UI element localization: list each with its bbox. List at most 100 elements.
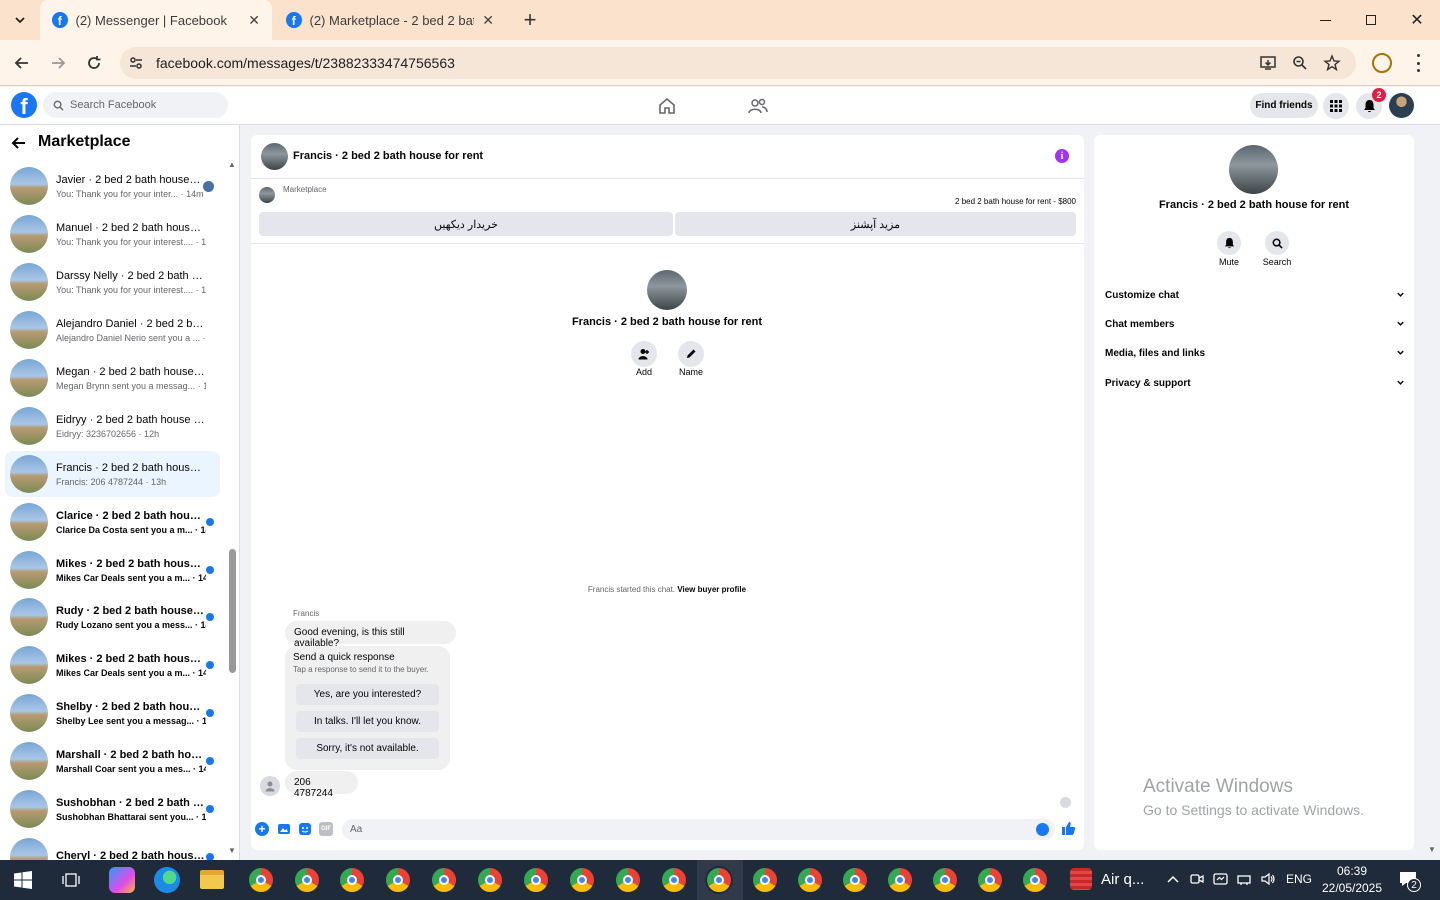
chrome-taskbar-icon[interactable] [384, 866, 412, 894]
section-chat-members[interactable]: Chat members [1105, 319, 1405, 330]
clock-date[interactable]: 22/05/2025 [1318, 881, 1386, 895]
details-avatar[interactable] [1229, 145, 1278, 194]
account-avatar[interactable] [1389, 93, 1414, 118]
chrome-taskbar-icon[interactable] [660, 866, 688, 894]
minimize-button[interactable] [1312, 8, 1338, 32]
bookmark-star-icon[interactable] [1323, 54, 1341, 72]
sidebar-conversation-item[interactable]: Megan · 2 bed 2 bath house fo... Megan Br… [5, 355, 220, 401]
edit-name-button[interactable] [678, 341, 704, 367]
sidebar-scrollbar-thumb[interactable] [229, 549, 236, 673]
search-in-chat-button[interactable] [1265, 231, 1289, 255]
chrome-taskbar-icon[interactable] [705, 866, 733, 894]
chrome-taskbar-icon[interactable] [614, 866, 642, 894]
chrome-taskbar-icon[interactable] [1021, 866, 1049, 894]
tab-marketplace[interactable]: f (2) Marketplace - 2 bed 2 bath ✕ [274, 0, 506, 40]
photo-icon[interactable] [277, 822, 291, 836]
chrome-taskbar-icon[interactable] [476, 866, 504, 894]
chrome-taskbar-icon[interactable] [976, 866, 1004, 894]
security-tray-icon[interactable] [1213, 872, 1228, 886]
message-bubble[interactable]: Good evening, is this still available? [285, 621, 456, 649]
zoom-icon[interactable] [1292, 55, 1308, 71]
page-scroll-down-arrow[interactable]: ▼ [1428, 845, 1436, 854]
chrome-taskbar-icon[interactable] [430, 866, 458, 894]
weather-widget[interactable]: Air q... [1101, 871, 1144, 888]
section-customize-chat[interactable]: Customize chat [1105, 290, 1405, 301]
chrome-taskbar-icon[interactable] [796, 866, 824, 894]
sticker-icon[interactable] [298, 822, 312, 836]
chrome-taskbar-icon[interactable] [522, 866, 550, 894]
view-buyer-button[interactable]: خریدار دیکھیں [259, 212, 673, 236]
chat-header-avatar[interactable] [261, 143, 288, 170]
gif-icon[interactable]: GIF [319, 822, 333, 836]
facebook-search-input[interactable]: Search Facebook [43, 92, 228, 118]
sidebar-conversation-item[interactable]: Alejandro Daniel · 2 bed 2 bath... Alejan… [5, 307, 220, 353]
language-indicator[interactable]: ENG [1286, 872, 1312, 886]
emoji-icon[interactable] [1036, 823, 1049, 836]
tab-messenger[interactable]: f (2) Messenger | Facebook ✕ [40, 0, 272, 40]
chrome-taskbar-icon[interactable] [338, 866, 366, 894]
section-privacy-support[interactable]: Privacy & support [1105, 378, 1405, 389]
task-view-button[interactable] [62, 871, 80, 889]
sidebar-conversation-item[interactable]: Manuel · 2 bed 2 bath house fo... You: Th… [5, 211, 220, 257]
chat-profile-avatar[interactable] [647, 270, 687, 310]
menu-grid-button[interactable] [1323, 93, 1349, 119]
chrome-taskbar-icon[interactable] [841, 866, 869, 894]
chrome-taskbar-icon[interactable] [886, 866, 914, 894]
more-actions-plus-icon[interactable]: + [255, 822, 269, 836]
forward-button[interactable] [44, 49, 72, 77]
profile-icon[interactable] [1372, 53, 1392, 73]
back-arrow-icon[interactable] [11, 135, 27, 151]
new-tab-button[interactable]: + [518, 7, 542, 32]
sidebar-conversation-item[interactable]: Eidryy · 2 bed 2 bath house for ... Eidry… [5, 403, 220, 449]
info-icon[interactable]: i [1055, 149, 1069, 163]
sidebar-conversation-item[interactable]: Darssy Nelly · 2 bed 2 bath hou... You: T… [5, 259, 220, 305]
close-tab-icon[interactable]: ✕ [482, 12, 494, 29]
chrome-taskbar-icon[interactable] [247, 866, 275, 894]
tab-search-button[interactable] [8, 8, 32, 32]
restore-button[interactable] [1358, 8, 1384, 32]
view-buyer-profile-link[interactable]: View buyer profile [677, 585, 746, 594]
friends-nav-icon[interactable] [748, 97, 768, 115]
tray-chevron-up-icon[interactable] [1166, 872, 1180, 886]
close-window-button[interactable]: ✕ [1404, 8, 1430, 32]
chrome-taskbar-icon[interactable] [751, 866, 779, 894]
sidebar-conversation-item[interactable]: Mikes · 2 bed 2 bath house fo... Mikes Ca… [5, 642, 220, 688]
scroll-up-arrow[interactable]: ▲ [228, 160, 236, 169]
listing-title[interactable]: 2 bed 2 bath house for rent - $800 [880, 197, 1076, 206]
chat-header-title[interactable]: Francis · 2 bed 2 bath house for rent [293, 150, 483, 162]
edge-icon[interactable] [154, 867, 180, 893]
volume-icon[interactable] [1261, 872, 1276, 886]
mute-button[interactable] [1217, 231, 1241, 255]
install-app-icon[interactable] [1259, 54, 1277, 72]
close-tab-icon[interactable]: ✕ [248, 12, 260, 29]
sender-avatar[interactable] [260, 776, 280, 796]
section-media-files-links[interactable]: Media, files and links [1105, 348, 1405, 359]
sidebar-conversation-item[interactable]: Clarice · 2 bed 2 bath house f... Clarice… [5, 499, 220, 545]
message-composer-input[interactable]: Aa [342, 819, 1055, 840]
quick-reply-button[interactable]: Sorry, it's not available. [296, 738, 439, 759]
more-options-button[interactable]: مزید آپشنز [675, 212, 1076, 236]
file-explorer-icon[interactable] [200, 870, 224, 889]
air-quality-icon[interactable] [1070, 868, 1092, 890]
sidebar-conversation-item[interactable]: Mikes · 2 bed 2 bath house fo... Mikes Ca… [5, 547, 220, 593]
sidebar-conversation-item[interactable]: Javier · 2 bed 2 bath house f... You: Tha… [5, 163, 220, 209]
site-settings-icon[interactable] [128, 55, 144, 71]
message-bubble[interactable]: 206 4787244 [285, 771, 358, 799]
back-button[interactable] [8, 49, 36, 77]
like-thumb-icon[interactable] [1061, 821, 1076, 836]
browser-menu-icon[interactable] [1414, 54, 1422, 72]
scroll-down-arrow[interactable]: ▼ [228, 846, 236, 855]
facebook-logo[interactable]: f [11, 92, 37, 118]
quick-reply-button[interactable]: In talks. I'll let you know. [296, 711, 439, 732]
sidebar-conversation-item[interactable]: Shelby · 2 bed 2 bath house f... Shelby L… [5, 690, 220, 736]
copilot-icon[interactable] [109, 867, 135, 893]
sidebar-conversation-item[interactable]: Francis · 2 bed 2 bath house fo... Franci… [5, 451, 220, 497]
chrome-taskbar-icon[interactable] [931, 866, 959, 894]
meet-camera-icon[interactable] [1190, 872, 1204, 886]
reload-button[interactable] [80, 49, 108, 77]
find-friends-button[interactable]: Find friends [1250, 93, 1318, 118]
home-nav-icon[interactable] [658, 97, 676, 115]
sidebar-conversation-item[interactable]: Rudy · 2 bed 2 bath house fo... Rudy Loza… [5, 594, 220, 640]
sidebar-conversation-item[interactable]: Marshall · 2 bed 2 bath house... Marshall… [5, 738, 220, 784]
chrome-taskbar-icon[interactable] [293, 866, 321, 894]
